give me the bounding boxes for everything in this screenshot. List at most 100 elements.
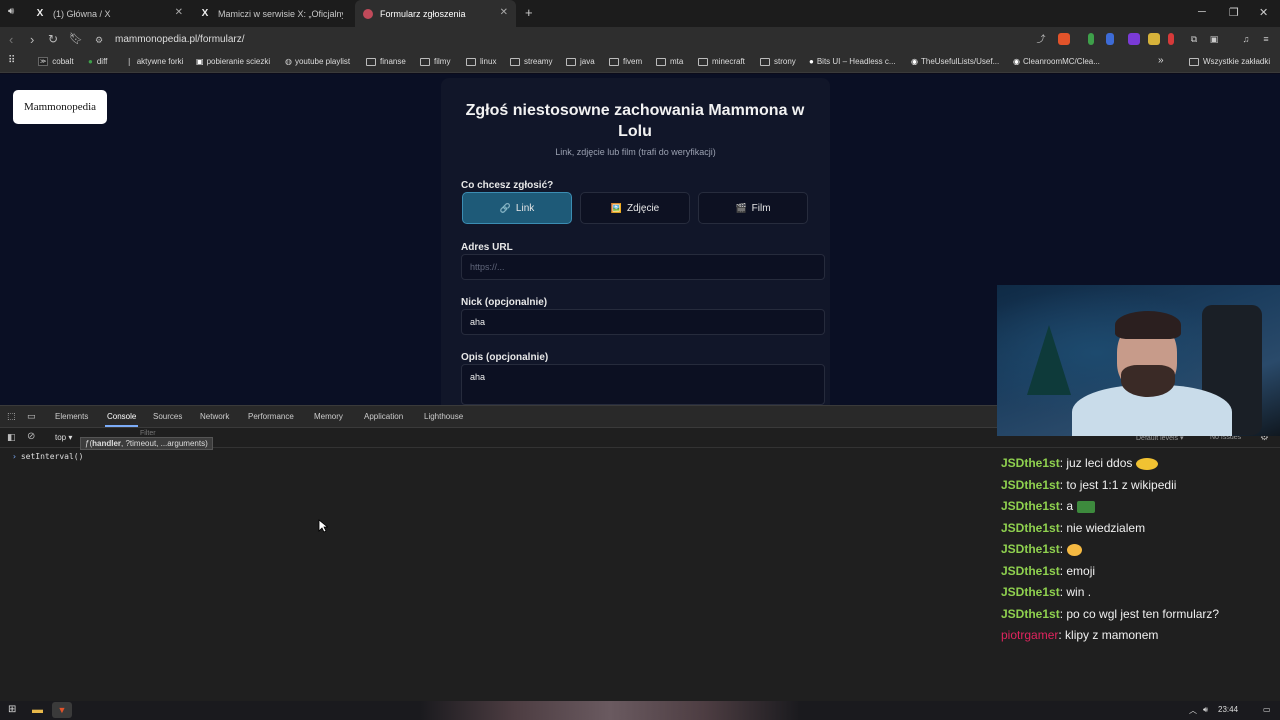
- folder-icon: [609, 57, 619, 66]
- chat-message: JSDthe1st:: [1001, 542, 1083, 556]
- sidebar-toggle-icon[interactable]: ◧: [7, 432, 16, 443]
- tab-form[interactable]: Formularz zgłoszenia ✕: [355, 0, 516, 27]
- all-bookmarks[interactable]: Wszystkie zakładki: [1189, 57, 1270, 66]
- description-textarea[interactable]: aha: [461, 364, 825, 405]
- form-title: Zgłoś niestosowne zachowania Mammona w L…: [465, 102, 805, 140]
- chat-message: JSDthe1st: to jest 1:1 z wikipedii: [1001, 478, 1177, 492]
- emote-icon: [1077, 500, 1096, 513]
- bookmark-folder[interactable]: streamy: [510, 57, 552, 66]
- extension-icon[interactable]: [1148, 33, 1160, 45]
- back-icon[interactable]: ‹: [9, 32, 13, 47]
- extension-icon[interactable]: [1168, 33, 1174, 45]
- bookmark-folder[interactable]: strony: [760, 57, 796, 66]
- film-icon: 🎬: [735, 202, 747, 213]
- nick-input[interactable]: aha: [461, 309, 825, 335]
- minimize-icon[interactable]: ─: [1198, 6, 1206, 18]
- webcam-tree: [1027, 325, 1071, 395]
- url-input[interactable]: https://...: [461, 254, 825, 280]
- tab-network[interactable]: Network: [200, 412, 229, 421]
- chat-message: JSDthe1st: emoji: [1001, 564, 1096, 578]
- description-label: Opis (opcjonalnie): [461, 352, 549, 363]
- tab-memory[interactable]: Memory: [314, 412, 343, 421]
- bookmark-item[interactable]: ≫ cobalt: [38, 57, 74, 66]
- url-field[interactable]: ⚙︎ mammonopedia.pl/formularz/: [90, 30, 1030, 50]
- autocomplete-tooltip: ƒ(handler, ?timeout, ...arguments): [80, 437, 213, 450]
- forward-icon[interactable]: ›: [30, 32, 34, 47]
- webcam-overlay: [997, 285, 1280, 436]
- bookmark-item[interactable]: ◍ youtube playlist: [285, 57, 350, 66]
- bookmark-item[interactable]: ● Bits UI – Headless c...: [809, 57, 896, 66]
- brave-shield-icon[interactable]: [1058, 33, 1070, 45]
- playlist-icon[interactable]: ♫: [1240, 33, 1252, 45]
- extension-icon[interactable]: [1106, 33, 1114, 45]
- site-logo[interactable]: Mammonopedia: [13, 90, 107, 124]
- brave-browser-icon[interactable]: ▼: [52, 702, 72, 718]
- notifications-icon[interactable]: ▭: [1263, 705, 1271, 714]
- bookmark-item[interactable]: ▣ pobieranie sciezki: [196, 57, 270, 66]
- bookmark-icon[interactable]: 🔖︎: [69, 32, 83, 45]
- tab-console[interactable]: Console: [104, 412, 139, 427]
- close-tab-icon[interactable]: ✕: [500, 7, 508, 18]
- tab-twitter-home[interactable]: X (1) Główna / X ✕: [26, 0, 191, 27]
- bookmark-folder[interactable]: linux: [466, 57, 496, 66]
- tab-sources[interactable]: Sources: [153, 412, 182, 421]
- chat-username: JSDthe1st: [1001, 456, 1060, 470]
- bookmark-folder[interactable]: java: [566, 57, 595, 66]
- reload-icon[interactable]: ↻: [48, 32, 58, 46]
- tab-elements[interactable]: Elements: [55, 412, 88, 421]
- console-prompt[interactable]: › setInterval(): [12, 452, 83, 461]
- emote-icon: [1136, 457, 1159, 470]
- restore-icon[interactable]: ❐: [1229, 6, 1239, 19]
- share-icon[interactable]: ⤴: [1035, 33, 1047, 45]
- device-toolbar-icon[interactable]: ▭: [27, 411, 36, 422]
- new-tab-button[interactable]: +: [525, 5, 533, 20]
- bookmark-item[interactable]: ❙ aktywne forki: [126, 57, 183, 66]
- prompt-chevron-icon: ›: [12, 452, 17, 461]
- chat-username: piotrgamer: [1001, 628, 1059, 642]
- folder-icon: [698, 57, 708, 66]
- tab-lighthouse[interactable]: Lighthouse: [424, 412, 463, 421]
- bookmark-folder[interactable]: fivem: [609, 57, 642, 66]
- extension-icon[interactable]: [1128, 33, 1140, 45]
- clear-console-icon[interactable]: ⊘: [27, 431, 35, 442]
- context-selector[interactable]: top ▾: [55, 433, 72, 442]
- window-close-icon[interactable]: ✕: [1259, 6, 1268, 19]
- inspect-icon[interactable]: ⬚: [7, 411, 16, 422]
- clock[interactable]: 23:44: [1218, 705, 1238, 714]
- start-icon[interactable]: ⊞: [8, 704, 16, 715]
- type-film-button[interactable]: 🎬 Film: [698, 192, 808, 224]
- menu-icon[interactable]: ≡: [1260, 33, 1272, 45]
- tab-performance[interactable]: Performance: [248, 412, 294, 421]
- tray-chevron-icon[interactable]: ︿: [1189, 705, 1197, 716]
- bookmark-item[interactable]: ◉ TheUsefulLists/Usef...: [911, 57, 999, 66]
- site-settings-icon[interactable]: ⚙︎: [95, 30, 103, 50]
- more-bookmarks-icon[interactable]: »: [1158, 55, 1164, 66]
- chat-message: JSDthe1st: win .: [1001, 585, 1092, 599]
- bookmark-item[interactable]: ◉ CleanroomMC/Clea...: [1013, 57, 1100, 66]
- bookmark-folder[interactable]: finanse: [366, 57, 406, 66]
- volume-icon[interactable]: 🔊︎: [1203, 705, 1208, 715]
- bookmark-folder[interactable]: filmy: [420, 57, 450, 66]
- sidebar-icon[interactable]: ▣: [1208, 33, 1220, 45]
- console-input[interactable]: setInterval(): [21, 452, 84, 461]
- bookmark-item[interactable]: ● diff: [88, 57, 107, 66]
- filter-input[interactable]: Filter: [140, 430, 156, 437]
- tab-twitter-post[interactable]: X Mamiczi w serwisie X: „Oficjalny link …: [191, 0, 355, 27]
- type-image-button[interactable]: 🖼️ Zdjęcie: [580, 192, 690, 224]
- address-bar-row: ‹ › ↻ 🔖︎ ⚙︎ mammonopedia.pl/formularz/ ⤴…: [0, 27, 1280, 53]
- tab-application[interactable]: Application: [364, 412, 403, 421]
- browser-tab-bar: 🔊︎ X (1) Główna / X ✕ X Mamiczi w serwis…: [0, 0, 1280, 27]
- bookmark-folder[interactable]: mta: [656, 57, 683, 66]
- chat-username: JSDthe1st: [1001, 564, 1060, 578]
- speaker-icon[interactable]: 🔊︎: [8, 6, 14, 17]
- file-explorer-icon[interactable]: ▬: [32, 704, 43, 716]
- type-link-button[interactable]: 🔗 Link: [462, 192, 572, 224]
- bookmark-folder[interactable]: minecraft: [698, 57, 745, 66]
- report-form: Zgłoś niestosowne zachowania Mammona w L…: [441, 78, 830, 405]
- close-tab-icon[interactable]: ✕: [175, 7, 183, 18]
- puzzle-icon[interactable]: ⧉: [1188, 33, 1200, 45]
- extension-icon[interactable]: [1088, 33, 1094, 45]
- apps-icon[interactable]: ⠿: [8, 55, 15, 66]
- chat-username: JSDthe1st: [1001, 607, 1060, 621]
- folder-icon: [420, 57, 430, 66]
